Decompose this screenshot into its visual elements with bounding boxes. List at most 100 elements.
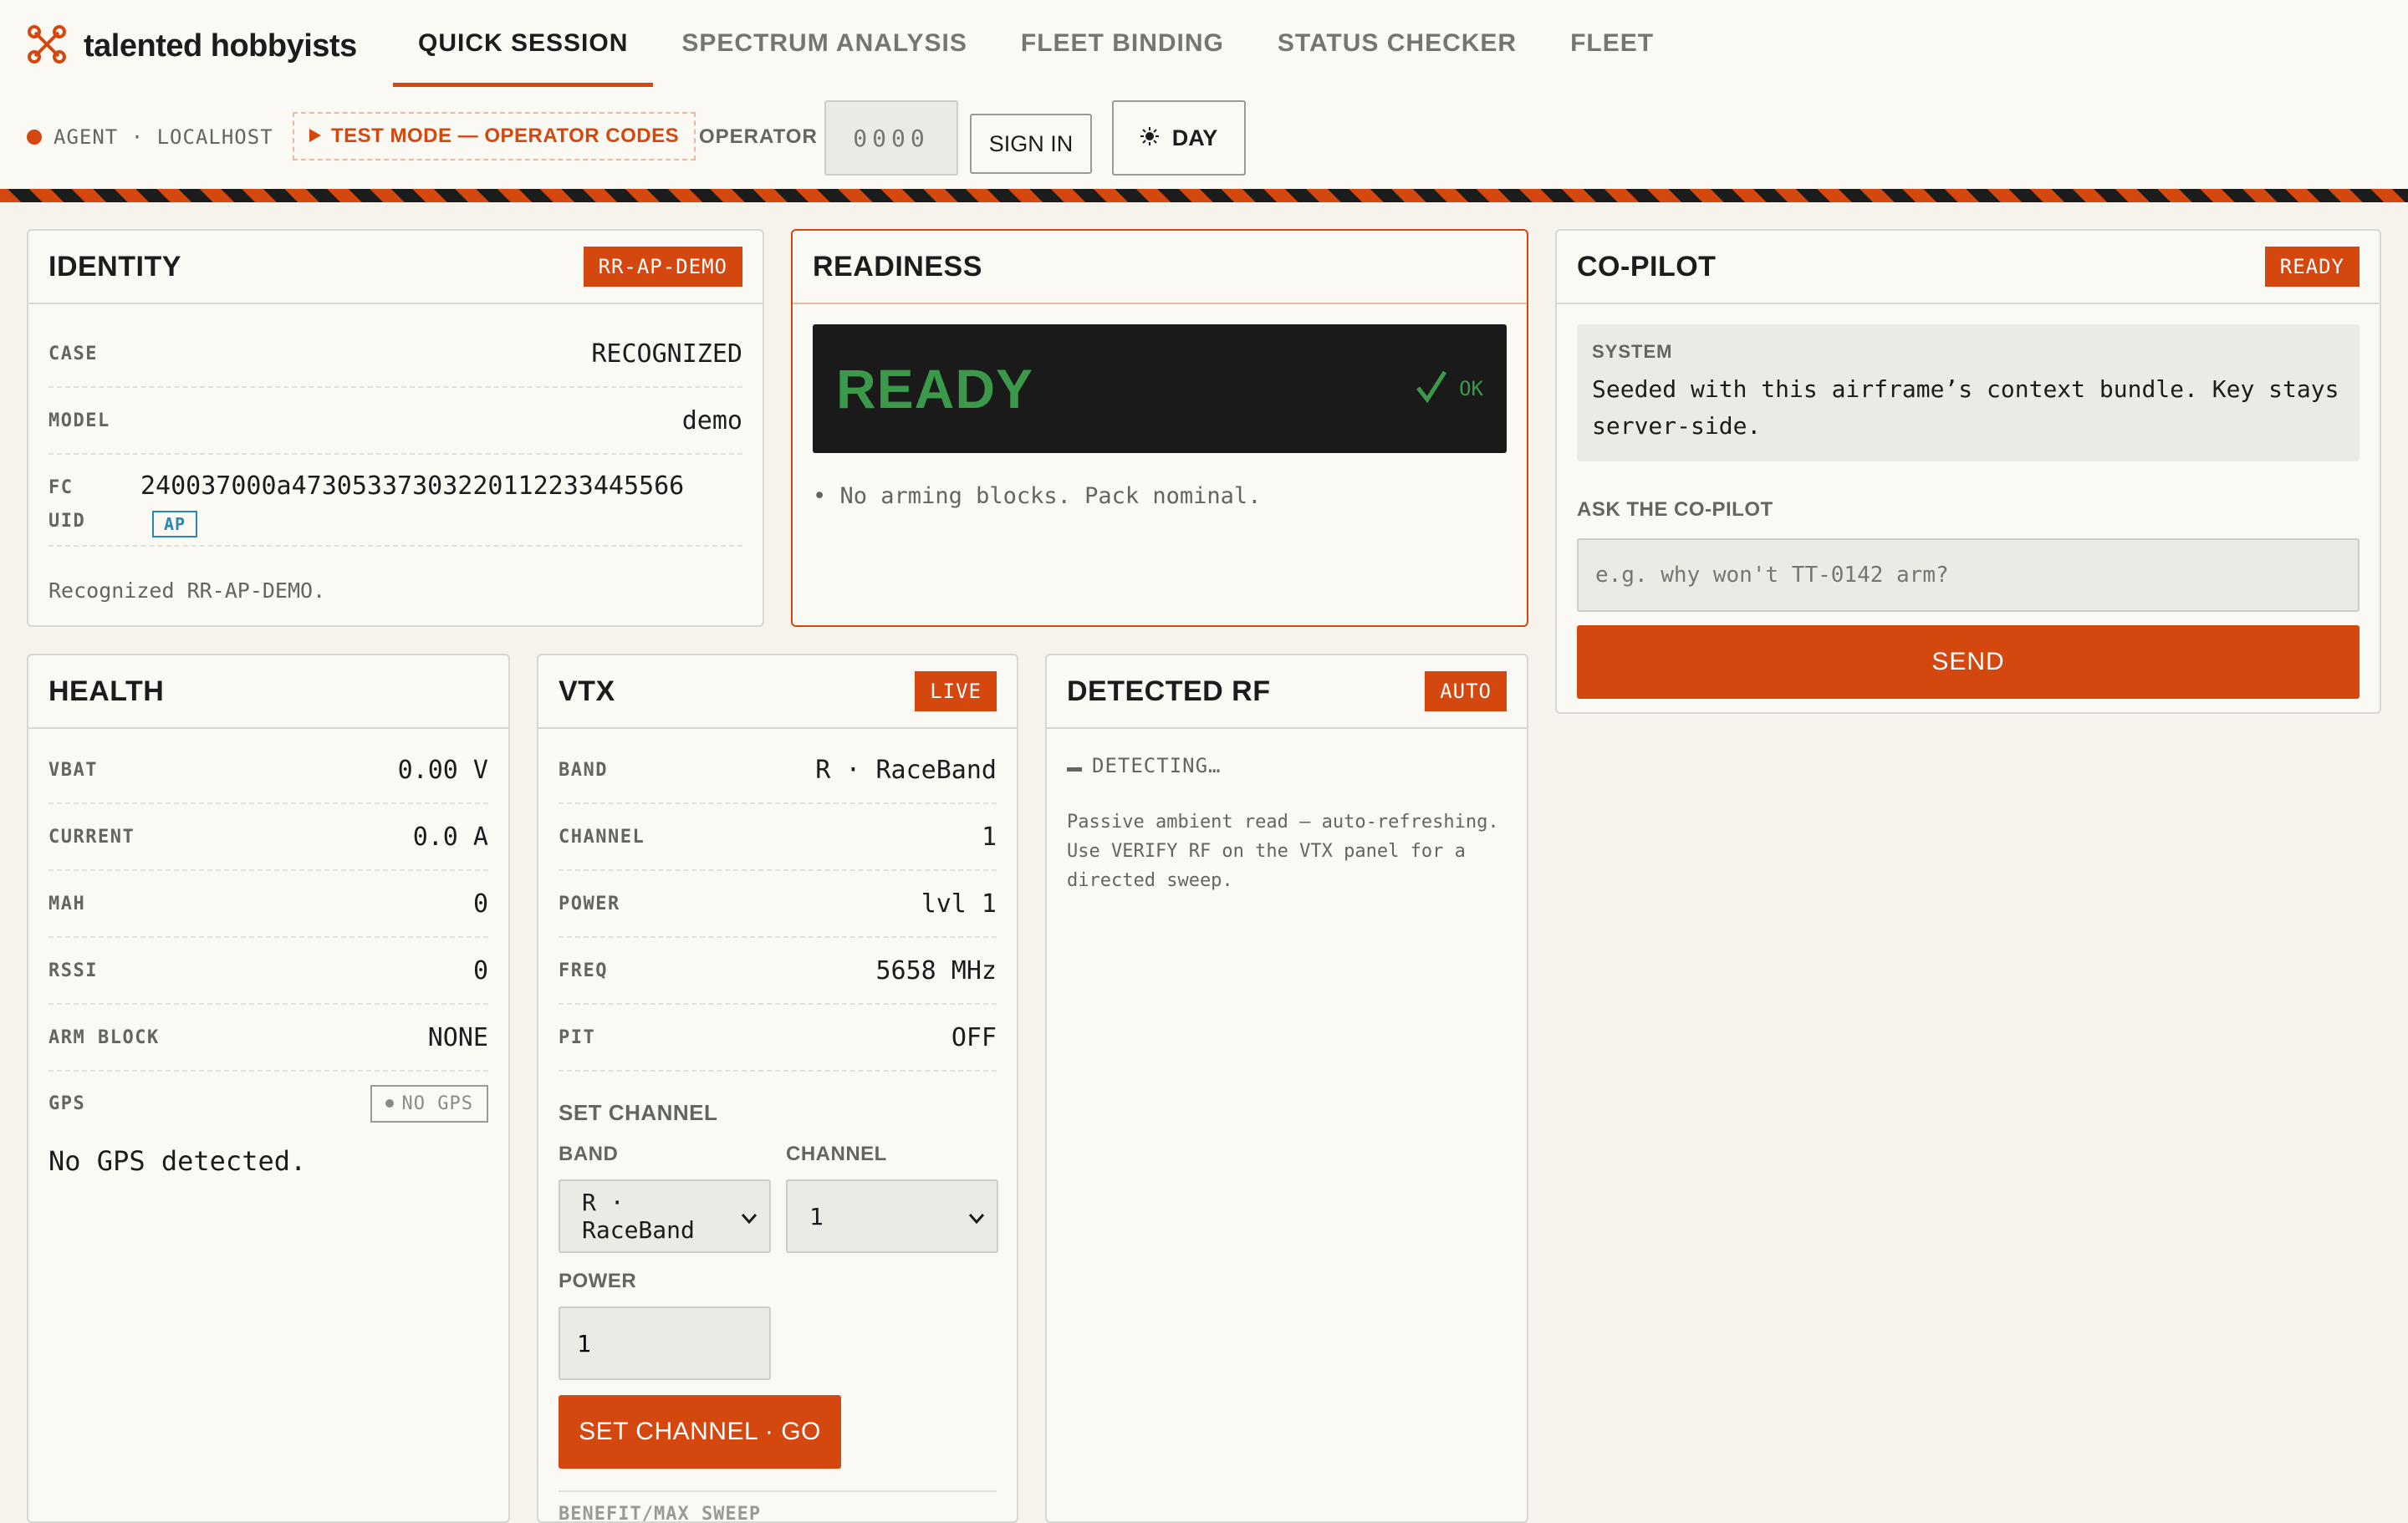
brand[interactable]: talented hobbyists xyxy=(27,24,357,69)
day-theme-toggle[interactable]: DAY xyxy=(1112,100,1246,176)
readiness-bullet-text: No arming blocks. Pack nominal. xyxy=(839,483,1262,509)
detected-rf-panel: DETECTED RF AUTO DETECTING… Passive ambi… xyxy=(1045,654,1528,1523)
row-value: NONE xyxy=(427,1022,488,1052)
identity-title: IDENTITY xyxy=(48,250,181,283)
copilot-badge: READY xyxy=(2264,247,2360,287)
check-icon xyxy=(1416,369,1447,408)
readiness-bullet: • No arming blocks. Pack nominal. xyxy=(813,483,1507,509)
ok-label: OK xyxy=(1459,377,1483,400)
test-mode-label: TEST MODE — OPERATOR CODES xyxy=(331,125,680,147)
gps-status-badge: NO GPS xyxy=(370,1084,488,1123)
health-panel: HEALTH VBAT 0.00 V CURRENT 0.0 A MAH 0 R… xyxy=(27,654,510,1523)
send-button[interactable]: SEND xyxy=(1577,625,2360,699)
channel-select-value: 1 xyxy=(809,1202,824,1230)
band-select[interactable]: R · RaceBand xyxy=(559,1179,771,1253)
operator-label: OPERATOR xyxy=(699,125,818,148)
row-key: BAND xyxy=(559,759,608,781)
drone-logo-icon xyxy=(27,24,67,69)
vtx-row-channel: CHANNEL 1 xyxy=(559,804,997,871)
health-row-arm-block: ARM BLOCK NONE xyxy=(48,1005,488,1072)
copilot-panel: CO-PILOT READY SYSTEM Seeded with this a… xyxy=(1555,229,2381,714)
health-row-current: CURRENT 0.0 A xyxy=(48,804,488,871)
row-value: 0 xyxy=(472,889,488,919)
health-header: HEALTH xyxy=(28,655,508,729)
ask-copilot-input[interactable] xyxy=(1577,538,2360,612)
tab-spectrum-analysis[interactable]: SPECTRUM ANALYSIS xyxy=(656,0,992,87)
row-value: 0.00 V xyxy=(397,755,488,785)
system-label: SYSTEM xyxy=(1592,341,1673,362)
tab-status-checker[interactable]: STATUS CHECKER xyxy=(1252,0,1542,87)
row-value: RECOGNIZED xyxy=(591,339,742,369)
rf-status: DETECTING… xyxy=(1067,754,1507,777)
health-row-rssi: RSSI 0 xyxy=(48,938,488,1005)
row-value: lvl 1 xyxy=(921,889,997,919)
copilot-title: CO-PILOT xyxy=(1577,250,1717,283)
row-value: demo xyxy=(681,405,742,436)
identity-row-model: MODEL demo xyxy=(48,388,742,455)
row-key: RSSI xyxy=(48,960,98,981)
row-key: GPS xyxy=(48,1093,86,1114)
sun-icon xyxy=(1140,125,1159,151)
row-key: POWER xyxy=(559,893,620,914)
vtx-row-power: POWER lvl 1 xyxy=(559,871,997,938)
tab-fleet[interactable]: FLEET xyxy=(1545,0,1679,87)
identity-badge: RR-AP-DEMO xyxy=(583,247,742,287)
row-key: MAH xyxy=(48,893,86,914)
row-key: CASE xyxy=(48,343,98,364)
band-select-value: R · RaceBand xyxy=(582,1189,695,1244)
band-label: BAND xyxy=(559,1143,619,1165)
gps-dot-icon xyxy=(385,1099,394,1108)
row-value: 0 xyxy=(472,955,488,986)
gps-message: No GPS detected. xyxy=(48,1145,307,1177)
brand-name: talented hobbyists xyxy=(84,28,357,64)
chevron-down-icon xyxy=(968,1203,985,1230)
tab-fleet-binding[interactable]: FLEET BINDING xyxy=(996,0,1249,87)
top-bar: talented hobbyists QUICK SESSION SPECTRU… xyxy=(0,0,2408,87)
vtx-divider xyxy=(559,1490,997,1492)
row-key: ARM BLOCK xyxy=(48,1026,160,1048)
row-key: VBAT xyxy=(48,759,98,781)
row-value: 5658 MHz xyxy=(875,955,997,986)
vtx-row-band: BAND R · RaceBand xyxy=(559,737,997,804)
day-label: DAY xyxy=(1171,125,1218,150)
identity-body: CASE RECOGNIZED MODEL demo FC UID 240037… xyxy=(28,304,763,619)
row-key: CHANNEL xyxy=(559,826,645,848)
bullet-dot-icon: • xyxy=(813,483,827,509)
readiness-ok: OK xyxy=(1416,369,1483,408)
agent-status-dot-icon xyxy=(27,130,42,145)
chevron-down-icon xyxy=(741,1203,758,1230)
readiness-title: READINESS xyxy=(813,250,982,283)
ask-label: ASK THE CO-PILOT xyxy=(1577,498,1773,521)
vtx-body: BAND R · RaceBand CHANNEL 1 POWER lvl 1 … xyxy=(538,729,1017,1521)
set-channel-go-button[interactable]: SET CHANNEL · GO xyxy=(559,1395,841,1469)
channel-select[interactable]: 1 xyxy=(786,1179,998,1253)
row-key: PIT xyxy=(559,1026,596,1048)
set-channel-label: SET CHANNEL xyxy=(559,1100,718,1125)
tab-quick-session[interactable]: QUICK SESSION xyxy=(393,0,654,87)
set-channel-fields: BAND R · RaceBand CHANNEL 1 xyxy=(559,1143,998,1253)
copilot-header: CO-PILOT READY xyxy=(1557,231,2380,304)
rf-header: DETECTED RF AUTO xyxy=(1047,655,1527,729)
identity-row-fc-uid: FC UID 240037000a47305337303220112233445… xyxy=(48,455,742,547)
copilot-body: SYSTEM Seeded with this airframe’s conte… xyxy=(1557,304,2380,712)
identity-note: Recognized RR-AP-DEMO. xyxy=(48,578,326,603)
row-value: R · RaceBand xyxy=(815,755,997,785)
power-input[interactable] xyxy=(559,1307,771,1380)
status-row: AGENT · LOCALHOST TEST MODE — OPERATOR C… xyxy=(0,87,2408,189)
hazard-stripe xyxy=(0,189,2408,202)
fc-type-tag: AP xyxy=(152,511,198,537)
row-key: FC UID xyxy=(48,471,140,538)
agent-status: AGENT · LOCALHOST xyxy=(27,125,273,149)
readiness-body: READY OK • No arming blocks. Pack nomina… xyxy=(793,304,1527,526)
channel-label: CHANNEL xyxy=(786,1143,887,1165)
vtx-header: VTX LIVE xyxy=(538,655,1017,729)
sign-in-button[interactable]: SIGN IN xyxy=(970,114,1092,174)
play-triangle-icon xyxy=(309,125,321,148)
operator-code-input[interactable] xyxy=(824,100,958,176)
vtx-badge: LIVE xyxy=(915,671,997,711)
health-row-vbat: VBAT 0.00 V xyxy=(48,737,488,804)
band-field: BAND R · RaceBand xyxy=(559,1143,771,1253)
test-mode-badge[interactable]: TEST MODE — OPERATOR CODES xyxy=(293,112,696,160)
health-title: HEALTH xyxy=(48,675,165,707)
readiness-header: READINESS xyxy=(793,231,1527,304)
